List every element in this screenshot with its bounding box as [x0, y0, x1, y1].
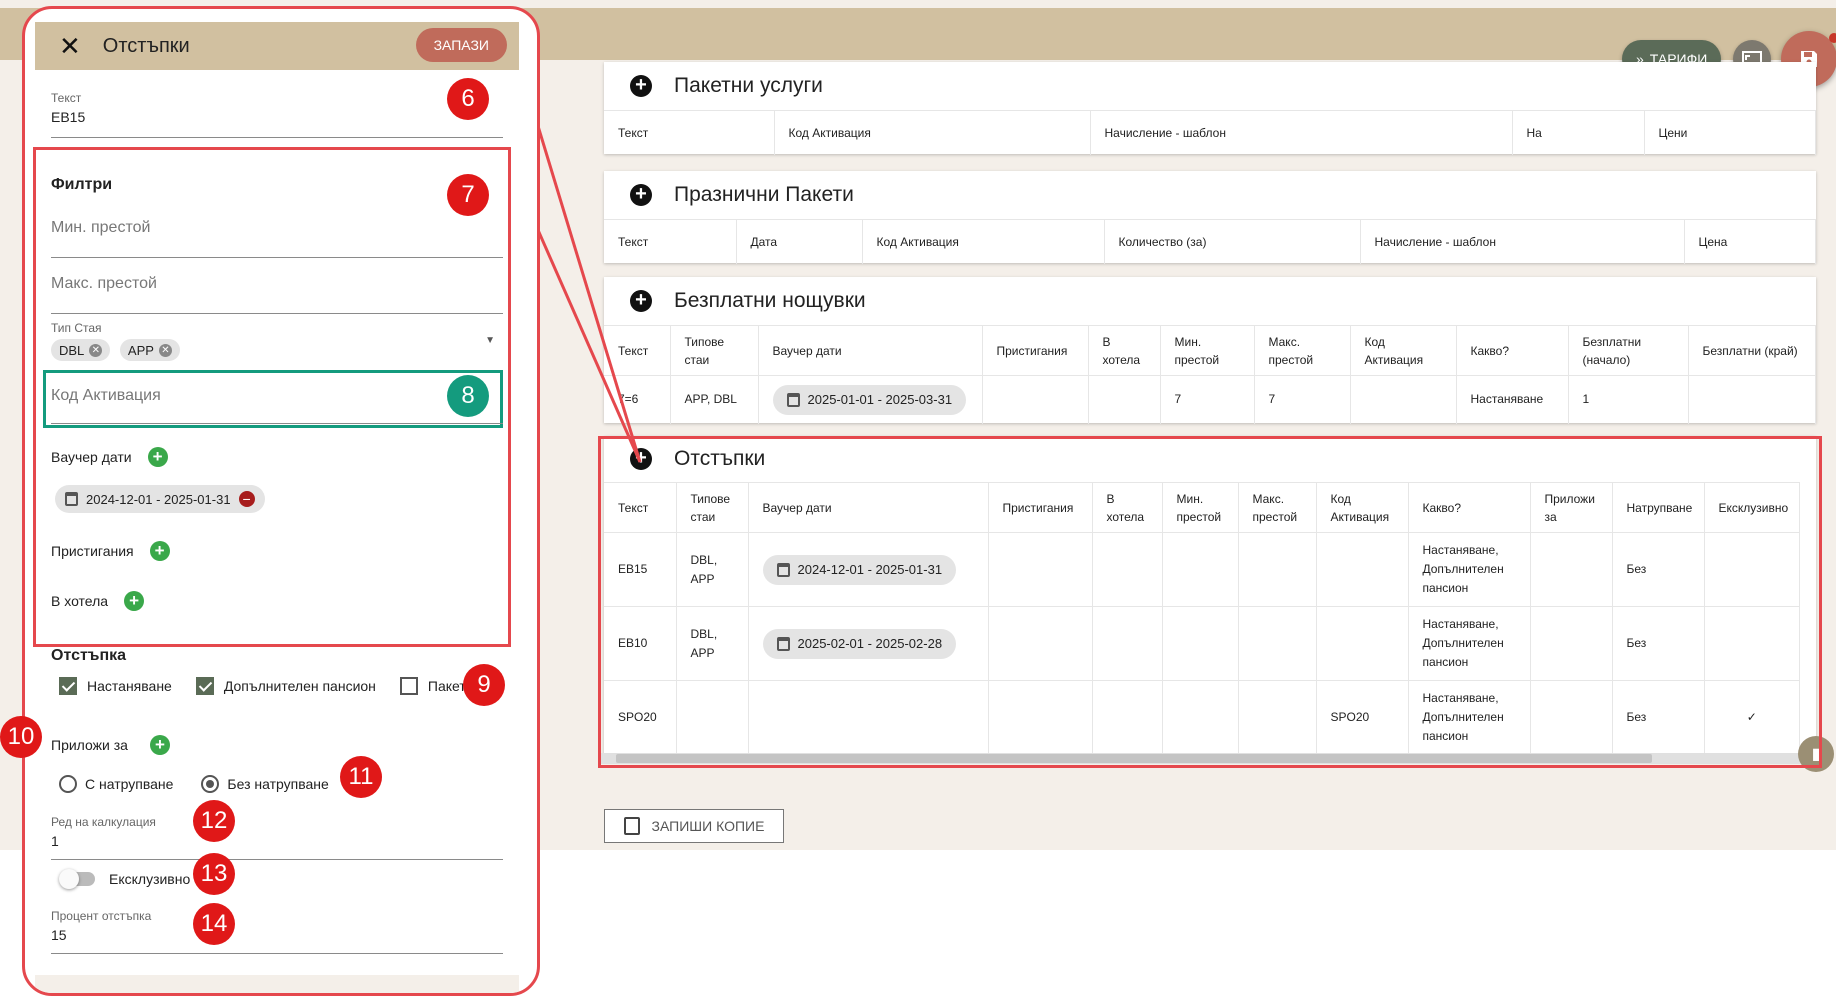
activation-code-placeholder: Код Активация [51, 387, 161, 404]
in-hotel-label: В хотела [51, 593, 109, 609]
calc-order-field[interactable]: Ред на калкулация 1 [51, 815, 503, 860]
voucher-dates-row: Ваучер дати + [51, 447, 168, 467]
board-checkbox[interactable] [195, 677, 214, 695]
min-stay-placeholder: Мин. престой [51, 219, 151, 236]
voucher-dates-label: Ваучер дати [51, 449, 132, 465]
panel-header: ✕ Отстъпки ЗАПАЗИ [35, 22, 519, 70]
remove-chip-icon[interactable]: ✕ [89, 343, 103, 357]
panel-title: Отстъпки [102, 34, 190, 57]
without-accumulation-label: Без натрупване [227, 776, 329, 792]
min-stay-input[interactable]: Мин. престой [51, 215, 503, 258]
calendar-icon [65, 492, 78, 506]
discount-title: Отстъпка [51, 647, 127, 664]
percent-field[interactable]: Процент отстъпка 15 [51, 909, 503, 954]
max-stay-placeholder: Макс. престой [51, 275, 157, 292]
stay-checkbox-label: Настаняване [87, 678, 172, 694]
voucher-date-text: 2024-12-01 - 2025-01-31 [86, 491, 231, 507]
room-chip[interactable]: DBL ✕ [51, 339, 111, 361]
remove-date-icon[interactable]: − [238, 491, 255, 507]
percent-label: Процент отстъпка [51, 909, 152, 923]
arrivals-label: Пристигания [51, 543, 134, 559]
discount-checkboxes: Настаняване Допълнителен пансион Пакет [59, 677, 466, 695]
badge-14: 14 [193, 903, 235, 945]
with-accumulation-label: С натрупване [85, 776, 174, 792]
voucher-date-chip[interactable]: 2024-12-01 - 2025-01-31− [55, 485, 265, 513]
apply-for-row: Приложи за + [51, 735, 170, 755]
close-icon[interactable]: ✕ [59, 31, 81, 62]
add-voucher-date-button[interactable]: + [147, 447, 168, 467]
badge-10: 10 [0, 716, 42, 758]
activation-code-input[interactable]: Код Активация [51, 381, 503, 424]
accumulation-radios: С натрупване Без натрупване [59, 775, 329, 793]
package-checkbox-label: Пакет [427, 678, 466, 694]
badge-9: 9 [463, 664, 505, 706]
edit-panel: ✕ Отстъпки ЗАПАЗИ Текст EB15 Филтри Мин.… [22, 6, 540, 996]
calc-order-value: 1 [51, 833, 59, 849]
add-apply-for-button[interactable]: + [149, 735, 170, 755]
panel-save-button[interactable]: ЗАПАЗИ [415, 28, 507, 62]
add-in-hotel-button[interactable]: + [124, 591, 145, 611]
room-type-label: Тип Стая [51, 321, 102, 335]
in-hotel-row: В хотела + [51, 591, 145, 611]
arrivals-row: Пристигания + [51, 541, 170, 561]
calc-order-label: Ред на калкулация [51, 815, 156, 829]
package-checkbox[interactable] [399, 677, 418, 695]
filters-title: Филтри [51, 176, 113, 193]
badge-13: 13 [193, 853, 235, 895]
text-field-label: Текст [51, 91, 82, 105]
dropdown-arrow-icon[interactable]: ▼ [485, 335, 495, 346]
with-accumulation-radio[interactable] [59, 775, 77, 793]
badge-11: 11 [340, 756, 382, 798]
badge-7: 7 [447, 174, 489, 216]
percent-value: 15 [51, 927, 67, 943]
panel-footer [35, 975, 519, 993]
exclusive-row: Ексклузивно [59, 869, 191, 889]
badge-6: 6 [447, 78, 489, 120]
exclusive-label: Ексклузивно [109, 871, 191, 887]
exclusive-toggle[interactable] [59, 869, 95, 889]
board-checkbox-label: Допълнителен пансион [223, 678, 376, 694]
text-field[interactable]: Текст EB15 [51, 91, 503, 138]
room-chip-label: DBL [59, 342, 85, 358]
add-arrival-button[interactable]: + [149, 541, 170, 561]
remove-chip-icon[interactable]: ✕ [158, 343, 172, 357]
text-field-value: EB15 [51, 109, 86, 125]
badge-8: 8 [447, 375, 489, 417]
max-stay-input[interactable]: Макс. престой [51, 271, 503, 314]
apply-for-label: Приложи за [51, 737, 128, 753]
room-chip-label: APP [127, 342, 154, 358]
room-chip[interactable]: APP ✕ [119, 339, 180, 361]
without-accumulation-radio[interactable] [201, 775, 220, 793]
room-type-select[interactable]: Тип Стая DBL ✕ APP ✕ ▼ [51, 321, 503, 367]
badge-12: 12 [193, 800, 235, 842]
stay-checkbox[interactable] [59, 677, 77, 695]
